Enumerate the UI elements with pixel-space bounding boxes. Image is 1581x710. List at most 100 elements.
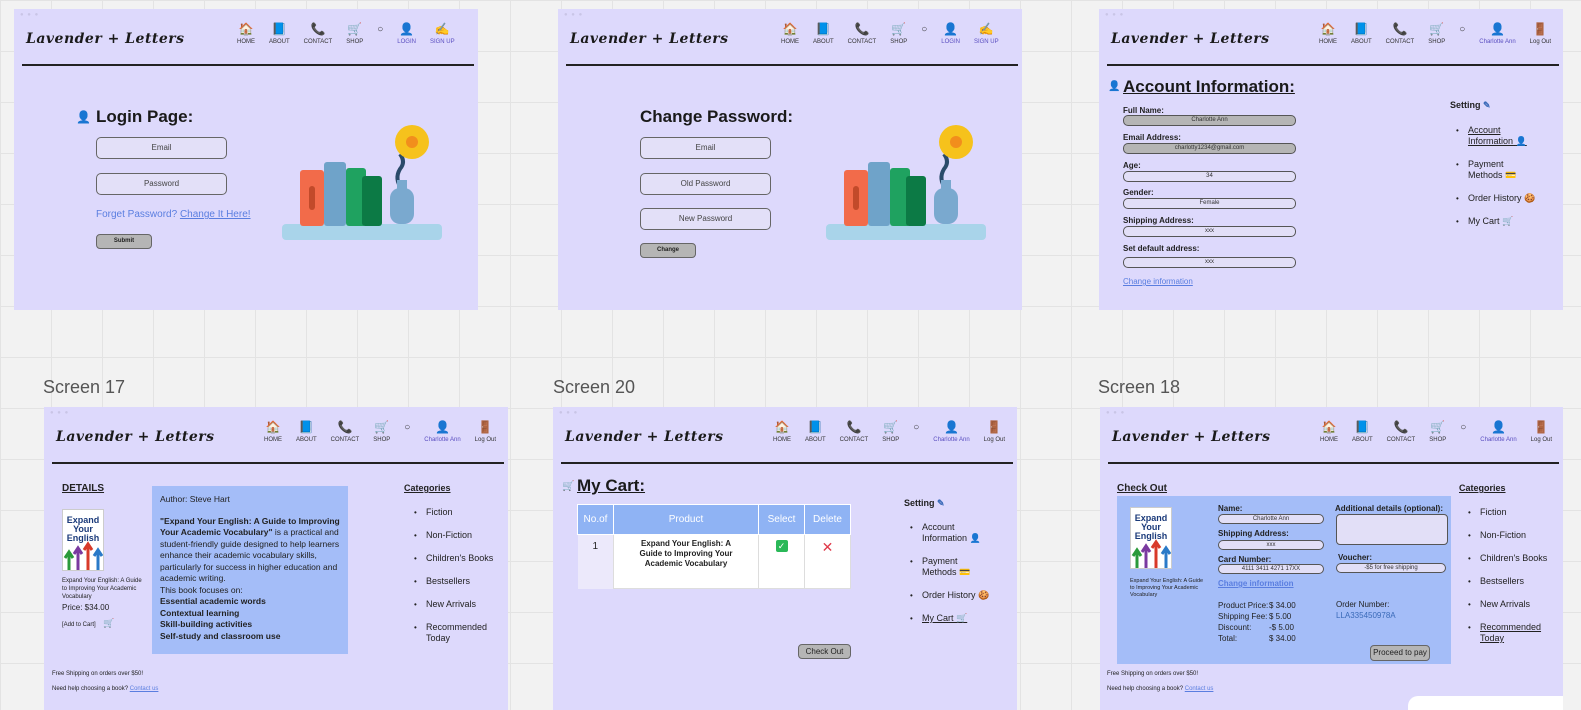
category-new-arrivals[interactable]: New Arrivals (1468, 599, 1558, 610)
category-bestsellers[interactable]: Bestsellers (1468, 576, 1558, 587)
nav-user[interactable]: 👤 Charlotte Ann (933, 421, 969, 444)
nav-user[interactable]: 👤 LOGIN (941, 23, 960, 46)
additional-details-input[interactable] (1336, 514, 1448, 545)
brand-logo[interactable]: Lavender + Letters (26, 31, 185, 47)
category-new-arrivals[interactable]: New Arrivals (414, 599, 504, 610)
nav-search[interactable]: ○ (404, 421, 410, 443)
settings-item-account[interactable]: Account Information 👤 (1456, 125, 1536, 147)
category-childrens[interactable]: Children's Books (1468, 553, 1558, 564)
shipping-field[interactable]: xxx (1123, 226, 1296, 237)
nav-home[interactable]: 🏠 HOME (1319, 23, 1337, 46)
nav-about[interactable]: 📘 ABOUT (805, 421, 826, 444)
nav-search[interactable]: ○ (913, 421, 919, 443)
pencil-icon: ✎ (1483, 100, 1491, 110)
nav-user[interactable]: 👤 LOGIN (397, 23, 416, 46)
nav-home[interactable]: 🏠 HOME (264, 421, 282, 444)
settings-item-orders[interactable]: Order History 🍪 (1456, 193, 1536, 204)
new-password-field[interactable]: New Password (640, 208, 771, 230)
nav-user[interactable]: 👤 Charlotte Ann (1480, 421, 1516, 444)
help-note: Need help choosing a book? Contact us (1107, 686, 1214, 692)
change-password-link[interactable]: Change It Here! (180, 209, 251, 220)
nav-contact[interactable]: 📞 CONTACT (331, 421, 360, 444)
category-bestsellers[interactable]: Bestsellers (414, 576, 504, 587)
nav-contact[interactable]: 📞 CONTACT (848, 23, 877, 46)
settings-item-payment[interactable]: Payment Methods 💳 (910, 556, 990, 578)
nav-home[interactable]: 🏠 HOME (1320, 421, 1338, 444)
brand-logo[interactable]: Lavender + Letters (1112, 429, 1271, 445)
category-recommended[interactable]: Recommended Today (1468, 622, 1558, 644)
voucher-field[interactable]: -$5 for free shipping (1336, 563, 1446, 573)
shipping-field[interactable]: xxx (1218, 540, 1324, 550)
add-to-cart-button[interactable]: [Add to Cart] 🛒 (62, 618, 115, 629)
contact-link[interactable]: Contact us (130, 686, 159, 692)
nav-about[interactable]: 📘 ABOUT (1352, 421, 1373, 444)
nav-shop[interactable]: 🛒 SHOP (346, 23, 363, 46)
nav-search[interactable]: ○ (1459, 23, 1465, 45)
submit-button[interactable]: Submit (96, 234, 152, 249)
default-address-field[interactable]: xxx (1123, 257, 1296, 268)
nav-shop[interactable]: 🛒 SHOP (890, 23, 907, 46)
nav-search[interactable]: ○ (1460, 421, 1466, 443)
nav-user[interactable]: 👤 Charlotte Ann (1479, 23, 1515, 46)
email-field[interactable]: Email (96, 137, 227, 159)
settings-item-cart[interactable]: My Cart 🛒 (910, 613, 990, 624)
age-field[interactable]: 34 (1123, 171, 1296, 182)
category-recommended[interactable]: Recommended Today (414, 622, 504, 644)
nav-shop[interactable]: 🛒 SHOP (882, 421, 899, 444)
nav-logout[interactable]: 🚪 Log Out (984, 421, 1005, 444)
settings-item-payment[interactable]: Payment Methods 💳 (1456, 159, 1536, 181)
brand-logo[interactable]: Lavender + Letters (565, 429, 724, 445)
password-field[interactable]: Password (96, 173, 227, 195)
brand-logo[interactable]: Lavender + Letters (56, 429, 215, 445)
nav-shop[interactable]: 🛒 SHOP (1428, 23, 1445, 46)
brand-logo[interactable]: Lavender + Letters (1111, 31, 1270, 47)
nav-shop[interactable]: 🛒 SHOP (373, 421, 390, 444)
nav-logout[interactable]: 🚪 Log Out (475, 421, 496, 444)
book-cover[interactable]: Expand Your English (1130, 507, 1172, 569)
nav-search[interactable]: ○ (377, 23, 383, 45)
nav-home[interactable]: 🏠 HOME (781, 23, 799, 46)
brand-logo[interactable]: Lavender + Letters (570, 31, 729, 47)
nav-about[interactable]: 📘 ABOUT (269, 23, 290, 46)
change-information-link[interactable]: Change information (1218, 579, 1294, 588)
nav-home[interactable]: 🏠 HOME (773, 421, 791, 444)
nav-about[interactable]: 📘 ABOUT (296, 421, 317, 444)
nav-shop[interactable]: 🛒 SHOP (1429, 421, 1446, 444)
settings-item-account[interactable]: Account Information 👤 (910, 522, 990, 544)
category-nonfiction[interactable]: Non-Fiction (1468, 530, 1558, 541)
checkout-button[interactable]: Check Out (798, 644, 851, 659)
settings-item-orders[interactable]: Order History 🍪 (910, 590, 990, 601)
card-field[interactable]: 4111 3411 4271 17XX (1218, 564, 1324, 574)
gender-field[interactable]: Female (1123, 198, 1296, 209)
delete-button[interactable]: ✕ (804, 534, 851, 589)
nav-signup[interactable]: ✍ SIGN UP (974, 23, 999, 46)
book-cover[interactable]: Expand Your English (62, 509, 104, 571)
old-password-field[interactable]: Old Password (640, 173, 771, 195)
change-information-link[interactable]: Change information (1123, 277, 1193, 286)
name-field[interactable]: Charlotte Ann (1218, 514, 1324, 524)
email-field[interactable]: Email (640, 137, 771, 159)
cookie-icon: 🍪 (1524, 193, 1536, 203)
proceed-to-pay-button[interactable]: Proceed to pay (1370, 645, 1430, 661)
nav-logout[interactable]: 🚪 Log Out (1530, 23, 1551, 46)
change-button[interactable]: Change (640, 243, 696, 258)
nav-contact[interactable]: 📞 CONTACT (840, 421, 869, 444)
screen-label-17: Screen 17 (43, 377, 126, 397)
nav-user[interactable]: 👤 Charlotte Ann (424, 421, 460, 444)
nav-logout[interactable]: 🚪 Log Out (1531, 421, 1552, 444)
nav-about[interactable]: 📘 ABOUT (813, 23, 834, 46)
nav-contact[interactable]: 📞 CONTACT (304, 23, 333, 46)
nav-signup[interactable]: ✍ SIGN UP (430, 23, 455, 46)
select-checkbox[interactable]: ✓ (758, 534, 805, 589)
settings-item-cart[interactable]: My Cart 🛒 (1456, 216, 1536, 227)
nav-contact[interactable]: 📞 CONTACT (1386, 23, 1415, 46)
nav-search[interactable]: ○ (921, 23, 927, 45)
nav-contact[interactable]: 📞 CONTACT (1387, 421, 1416, 444)
nav-home[interactable]: 🏠 HOME (237, 23, 255, 46)
category-childrens[interactable]: Children's Books (414, 553, 504, 564)
category-fiction[interactable]: Fiction (414, 507, 504, 518)
category-fiction[interactable]: Fiction (1468, 507, 1558, 518)
nav-about[interactable]: 📘 ABOUT (1351, 23, 1372, 46)
contact-link[interactable]: Contact us (1185, 686, 1214, 692)
category-nonfiction[interactable]: Non-Fiction (414, 530, 504, 541)
